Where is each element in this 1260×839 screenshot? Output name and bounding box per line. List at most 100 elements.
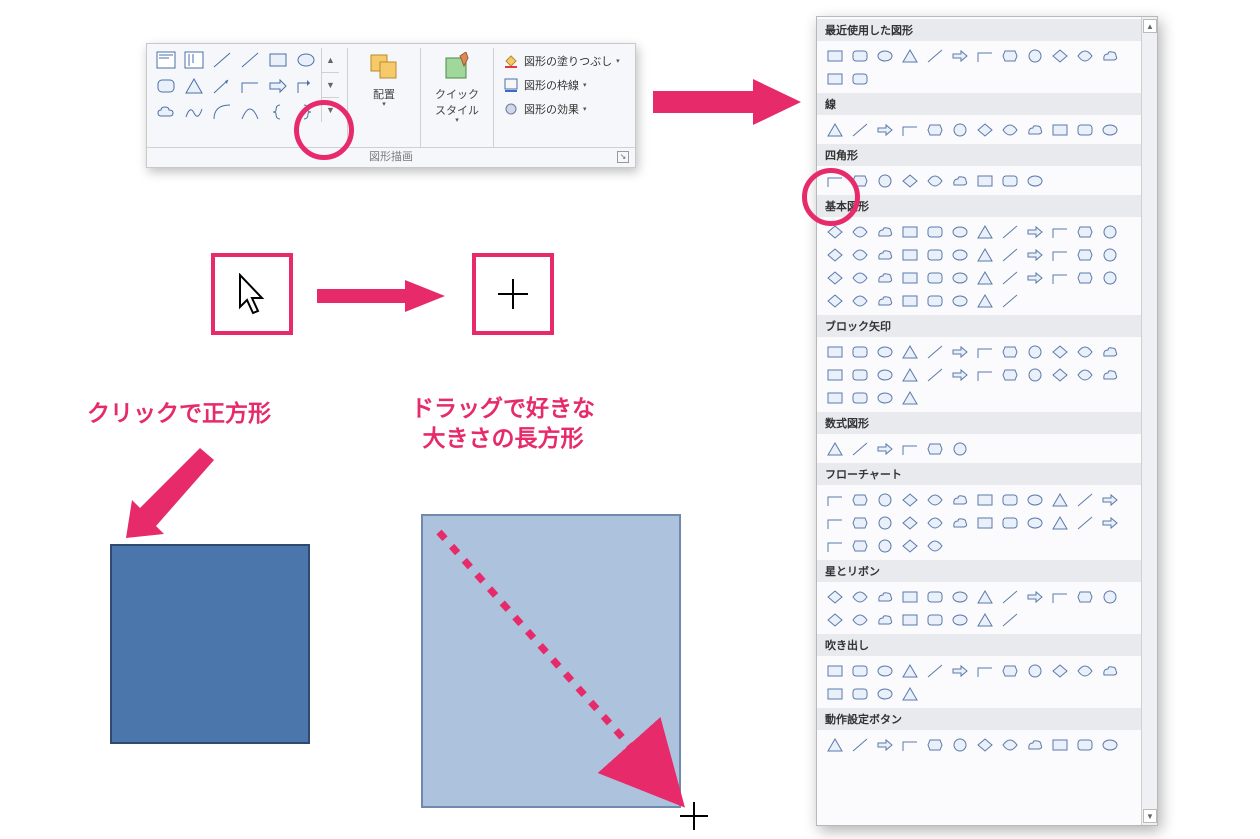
dropdown-shape-icon[interactable] bbox=[898, 244, 921, 265]
dropdown-shape-icon[interactable] bbox=[923, 512, 946, 533]
gallery-scroll-up[interactable]: ▲ bbox=[322, 48, 339, 73]
dropdown-shape-icon[interactable] bbox=[1048, 341, 1071, 362]
dropdown-shape-icon[interactable] bbox=[823, 512, 846, 533]
shape-line-icon[interactable] bbox=[209, 48, 235, 72]
dropdown-shape-icon[interactable] bbox=[998, 267, 1021, 288]
dropdown-shape-icon[interactable] bbox=[848, 221, 871, 242]
dropdown-shape-icon[interactable] bbox=[998, 364, 1021, 385]
dropdown-shape-icon[interactable] bbox=[1048, 489, 1071, 510]
dropdown-shape-icon[interactable] bbox=[1073, 364, 1096, 385]
dropdown-shape-icon[interactable] bbox=[848, 609, 871, 630]
dropdown-shape-icon[interactable] bbox=[998, 221, 1021, 242]
dropdown-shape-icon[interactable] bbox=[1098, 45, 1121, 66]
dropdown-shape-icon[interactable] bbox=[1098, 119, 1121, 140]
dropdown-shape-icon[interactable] bbox=[848, 341, 871, 362]
dropdown-shape-icon[interactable] bbox=[823, 609, 846, 630]
dropdown-shape-icon[interactable] bbox=[823, 734, 846, 755]
dropdown-shape-icon[interactable] bbox=[948, 586, 971, 607]
shape-rightarrow-icon[interactable] bbox=[265, 74, 291, 98]
dialog-launcher-icon[interactable]: ↘ bbox=[617, 151, 629, 163]
dropdown-shape-icon[interactable] bbox=[848, 512, 871, 533]
shape-vtextbox-icon[interactable] bbox=[181, 48, 207, 72]
dropdown-shape-icon[interactable] bbox=[1023, 244, 1046, 265]
dropdown-shape-icon[interactable] bbox=[1023, 660, 1046, 681]
dropdown-shape-icon[interactable] bbox=[1073, 119, 1096, 140]
dropdown-shape-icon[interactable] bbox=[823, 438, 846, 459]
dropdown-shape-icon[interactable] bbox=[1048, 512, 1071, 533]
dropdown-shape-icon[interactable] bbox=[948, 609, 971, 630]
dropdown-shape-icon[interactable] bbox=[898, 387, 921, 408]
dropdown-shape-icon[interactable] bbox=[998, 609, 1021, 630]
dropdown-shape-icon[interactable] bbox=[1048, 45, 1071, 66]
dropdown-shape-icon[interactable] bbox=[848, 387, 871, 408]
dropdown-shape-icon[interactable] bbox=[948, 170, 971, 191]
dropdown-shape-icon[interactable] bbox=[973, 290, 996, 311]
dropdown-shape-icon[interactable] bbox=[1098, 512, 1121, 533]
dropdown-shape-icon[interactable] bbox=[973, 119, 996, 140]
dropdown-shape-icon[interactable] bbox=[923, 267, 946, 288]
dropdown-shape-icon[interactable] bbox=[873, 290, 896, 311]
dropdown-shape-icon[interactable] bbox=[848, 660, 871, 681]
dropdown-shape-icon[interactable] bbox=[823, 290, 846, 311]
dropdown-shape-icon[interactable] bbox=[848, 290, 871, 311]
dropdown-shape-icon[interactable] bbox=[898, 341, 921, 362]
shape-line2-icon[interactable] bbox=[237, 48, 263, 72]
dropdown-shape-icon[interactable] bbox=[923, 244, 946, 265]
dropdown-shape-icon[interactable] bbox=[948, 290, 971, 311]
dropdown-shape-icon[interactable] bbox=[873, 438, 896, 459]
dropdown-shape-icon[interactable] bbox=[873, 119, 896, 140]
dropdown-shape-icon[interactable] bbox=[898, 119, 921, 140]
dropdown-shape-icon[interactable] bbox=[1048, 734, 1071, 755]
dropdown-shape-icon[interactable] bbox=[973, 244, 996, 265]
dropdown-shape-icon[interactable] bbox=[923, 341, 946, 362]
dropdown-shape-icon[interactable] bbox=[1023, 512, 1046, 533]
dropdown-shape-icon[interactable] bbox=[973, 512, 996, 533]
dropdown-shape-icon[interactable] bbox=[923, 170, 946, 191]
shape-scribble-icon[interactable] bbox=[181, 100, 207, 124]
dropdown-shape-icon[interactable] bbox=[823, 489, 846, 510]
shape-arrowline-icon[interactable] bbox=[209, 74, 235, 98]
dropdown-shape-icon[interactable] bbox=[1098, 489, 1121, 510]
dropdown-shape-icon[interactable] bbox=[848, 489, 871, 510]
dropdown-shape-icon[interactable] bbox=[1098, 244, 1121, 265]
dropdown-shape-icon[interactable] bbox=[1023, 170, 1046, 191]
dropdown-shape-icon[interactable] bbox=[823, 119, 846, 140]
dropdown-shape-icon[interactable] bbox=[823, 244, 846, 265]
dropdown-shape-icon[interactable] bbox=[923, 489, 946, 510]
dropdown-shape-icon[interactable] bbox=[948, 512, 971, 533]
dropdown-shape-icon[interactable] bbox=[923, 586, 946, 607]
dropdown-shape-icon[interactable] bbox=[1098, 586, 1121, 607]
dropdown-shape-icon[interactable] bbox=[898, 512, 921, 533]
dropdown-shape-icon[interactable] bbox=[923, 45, 946, 66]
dropdown-shape-icon[interactable] bbox=[973, 489, 996, 510]
dropdown-shape-icon[interactable] bbox=[948, 489, 971, 510]
dropdown-shape-icon[interactable] bbox=[1073, 489, 1096, 510]
dropdown-shape-icon[interactable] bbox=[1048, 221, 1071, 242]
dropdown-shape-icon[interactable] bbox=[873, 535, 896, 556]
dropdown-shape-icon[interactable] bbox=[1073, 734, 1096, 755]
dropdown-shape-icon[interactable] bbox=[998, 244, 1021, 265]
dropdown-shape-icon[interactable] bbox=[998, 45, 1021, 66]
dropdown-shape-icon[interactable] bbox=[973, 364, 996, 385]
dropdown-shape-icon[interactable] bbox=[923, 438, 946, 459]
dropdown-shape-icon[interactable] bbox=[1073, 221, 1096, 242]
scroll-up-button[interactable]: ▲ bbox=[1143, 19, 1157, 33]
shape-triangle-icon[interactable] bbox=[181, 74, 207, 98]
dropdown-shape-icon[interactable] bbox=[973, 221, 996, 242]
dropdown-shape-icon[interactable] bbox=[1073, 660, 1096, 681]
dropdown-shape-icon[interactable] bbox=[823, 586, 846, 607]
dropdown-shape-icon[interactable] bbox=[848, 586, 871, 607]
dropdown-shape-icon[interactable] bbox=[973, 609, 996, 630]
shape-arc-icon[interactable] bbox=[209, 100, 235, 124]
dropdown-shape-icon[interactable] bbox=[1048, 267, 1071, 288]
shape-elbow-icon[interactable] bbox=[237, 74, 263, 98]
dropdown-shape-icon[interactable] bbox=[998, 290, 1021, 311]
dropdown-shape-icon[interactable] bbox=[1023, 364, 1046, 385]
dropdown-shape-icon[interactable] bbox=[873, 586, 896, 607]
dropdown-shape-icon[interactable] bbox=[898, 221, 921, 242]
shape-oval-icon[interactable] bbox=[293, 48, 319, 72]
dropdown-shape-icon[interactable] bbox=[898, 290, 921, 311]
dropdown-shape-icon[interactable] bbox=[948, 45, 971, 66]
dropdown-shape-icon[interactable] bbox=[873, 683, 896, 704]
dropdown-shape-icon[interactable] bbox=[1023, 489, 1046, 510]
